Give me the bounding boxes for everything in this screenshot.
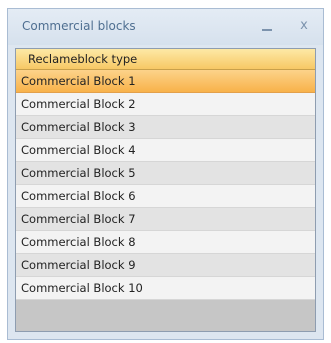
row-label: Commercial Block 8: [21, 235, 136, 249]
row-label: Commercial Block 2: [21, 97, 136, 111]
table-row[interactable]: Commercial Block 3: [16, 116, 315, 139]
row-label: Commercial Block 9: [21, 258, 136, 272]
row-label: Commercial Block 1: [21, 74, 136, 88]
row-label: Commercial Block 3: [21, 120, 136, 134]
table-row[interactable]: Commercial Block 5: [16, 162, 315, 185]
column-header-reclameblock-type[interactable]: Reclameblock type: [16, 49, 315, 70]
table-row[interactable]: Commercial Block 2: [16, 93, 315, 116]
table-row[interactable]: Commercial Block 8: [16, 231, 315, 254]
commercial-blocks-window: Commercial blocks x Reclameblock type Co…: [7, 8, 324, 340]
table-row[interactable]: Commercial Block 4: [16, 139, 315, 162]
row-label: Commercial Block 7: [21, 212, 136, 226]
title-bar[interactable]: Commercial blocks x: [8, 9, 323, 45]
table-row[interactable]: Commercial Block 7: [16, 208, 315, 231]
row-label: Commercial Block 5: [21, 166, 136, 180]
table-row[interactable]: Commercial Block 10: [16, 277, 315, 300]
minimize-button[interactable]: [257, 16, 279, 36]
table-row[interactable]: Commercial Block 9: [16, 254, 315, 277]
table-row[interactable]: Commercial Block 6: [16, 185, 315, 208]
close-button[interactable]: x: [293, 16, 315, 36]
row-label: Commercial Block 6: [21, 189, 136, 203]
row-label: Commercial Block 10: [21, 281, 143, 295]
close-icon: x: [300, 18, 308, 33]
row-label: Commercial Block 4: [21, 143, 136, 157]
window-title: Commercial blocks: [22, 19, 136, 33]
commercial-blocks-grid: Reclameblock type Commercial Block 1 Com…: [15, 48, 316, 332]
minimize-icon: [262, 29, 272, 31]
table-row[interactable]: Commercial Block 1: [16, 70, 315, 93]
